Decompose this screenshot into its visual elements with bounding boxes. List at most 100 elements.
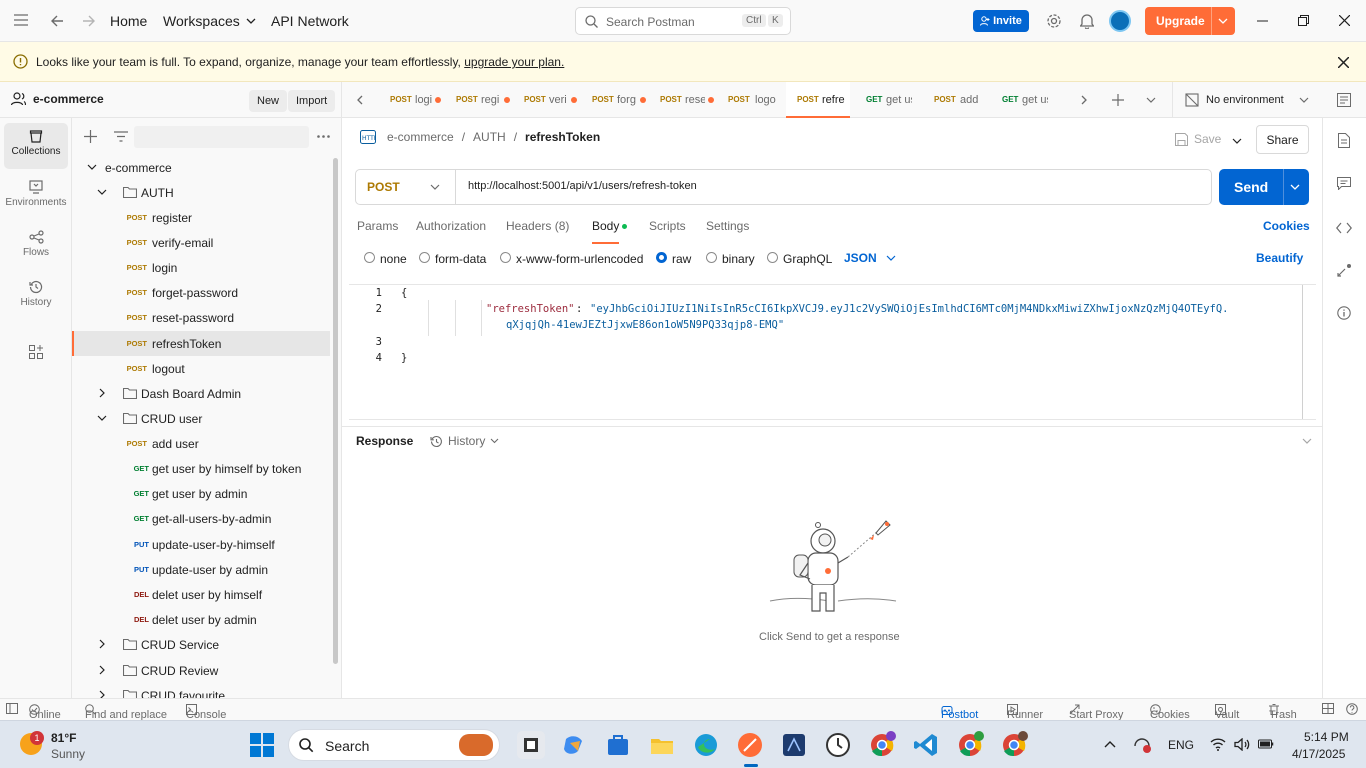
clock-app-icon[interactable]: [824, 731, 852, 759]
documentation-icon[interactable]: [1338, 133, 1350, 148]
request-refresh-token[interactable]: POST refreshToken: [72, 331, 330, 356]
start-proxy-button[interactable]: Start Proxy: [1069, 704, 1123, 721]
scroll-tabs-right-icon[interactable]: [1081, 95, 1087, 105]
folder-auth[interactable]: AUTH: [72, 180, 330, 205]
chrome-profile-b-icon[interactable]: [1000, 731, 1028, 759]
rail-environments[interactable]: Environments: [4, 174, 68, 220]
tab-settings[interactable]: Settings: [706, 219, 749, 233]
configure-sidebar-icon[interactable]: [29, 345, 43, 359]
find-replace-button[interactable]: Find and replace: [85, 704, 167, 721]
send-options-chevron-icon[interactable]: [1290, 184, 1300, 190]
tab-verify[interactable]: POST veri: [512, 82, 580, 118]
tab-authorization[interactable]: Authorization: [416, 219, 486, 233]
vscode-icon[interactable]: [912, 731, 940, 759]
clock-date[interactable]: 4/17/2025: [1292, 747, 1345, 761]
home-link[interactable]: Home: [110, 13, 147, 29]
cookies-button[interactable]: Cookies: [1150, 704, 1190, 721]
collapse-response-icon[interactable]: [1302, 438, 1312, 444]
request-login[interactable]: POST login: [72, 255, 330, 280]
file-explorer-icon[interactable]: [648, 731, 676, 759]
tab-list-chevron-icon[interactable]: [1146, 97, 1156, 103]
scroll-tabs-left-icon[interactable]: [357, 95, 363, 105]
rail-history[interactable]: History: [4, 274, 68, 320]
collection-e-commerce[interactable]: e-commerce: [72, 155, 330, 180]
save-options-chevron-icon[interactable]: [1232, 138, 1242, 144]
network-error-icon[interactable]: [1133, 737, 1151, 753]
new-button[interactable]: New: [249, 90, 288, 112]
tab-params[interactable]: Params: [357, 219, 398, 233]
close-window-icon[interactable]: [1339, 15, 1350, 26]
show-hidden-icons-chevron-icon[interactable]: [1104, 741, 1116, 748]
request-forget-password[interactable]: POST forget-password: [72, 280, 330, 305]
online-status[interactable]: Online: [29, 704, 61, 721]
runner-button[interactable]: Runner: [1007, 704, 1043, 721]
notifications-icon[interactable]: [1080, 13, 1094, 29]
upgrade-chevron-icon[interactable]: [1218, 18, 1228, 24]
save-button[interactable]: Save: [1175, 132, 1221, 146]
edge-icon[interactable]: [692, 731, 720, 759]
code-icon[interactable]: [1336, 222, 1352, 234]
forward-icon[interactable]: [82, 14, 96, 28]
request-logout[interactable]: POST logout: [72, 356, 330, 381]
trash-button[interactable]: Trash: [1269, 704, 1297, 721]
send-button[interactable]: Send: [1219, 169, 1309, 205]
breadcrumb-folder[interactable]: AUTH: [473, 130, 506, 144]
api-network-link[interactable]: API Network: [271, 13, 349, 29]
microsoft-store-icon[interactable]: [604, 731, 632, 759]
related-collections-icon[interactable]: [1337, 263, 1352, 277]
request-get-user-by-himself[interactable]: GET get user by himself by token: [72, 456, 330, 481]
add-collection-icon[interactable]: [84, 130, 97, 143]
chrome-profile-a-icon[interactable]: [868, 731, 896, 759]
avatar[interactable]: [1109, 10, 1131, 32]
wifi-icon[interactable]: [1210, 738, 1226, 751]
clock-time[interactable]: 5:14 PM: [1304, 730, 1349, 744]
request-update-user-by-himself[interactable]: PUT update-user-by-himself: [72, 532, 330, 557]
environment-quick-look-icon[interactable]: [1337, 93, 1351, 107]
settings-icon[interactable]: [1046, 13, 1062, 29]
battery-icon[interactable]: [1258, 738, 1274, 750]
chrome-profile-green-icon[interactable]: [956, 731, 984, 759]
volume-icon[interactable]: [1234, 738, 1250, 751]
folder-crud-review[interactable]: CRUD Review: [72, 658, 330, 683]
comments-icon[interactable]: [1337, 177, 1351, 190]
search-box[interactable]: Search Postman Ctrl K: [575, 7, 791, 35]
request-update-user-by-admin[interactable]: PUT update-user by admin: [72, 557, 330, 582]
body-format-select[interactable]: JSON: [844, 251, 896, 265]
request-delete-user-by-admin[interactable]: DEL delet user by admin: [72, 607, 330, 632]
windows-start-icon[interactable]: [250, 733, 274, 757]
request-delete-user-by-himself[interactable]: DEL delet user by himself: [72, 582, 330, 607]
rail-collections[interactable]: Collections: [4, 123, 68, 169]
cookies-link[interactable]: Cookies: [1263, 219, 1310, 233]
environment-selector[interactable]: No environment: [1172, 82, 1324, 118]
request-verify-email[interactable]: POST verify-email: [72, 230, 330, 255]
tab-forget[interactable]: POST forg: [580, 82, 648, 118]
tab-body[interactable]: Body: [592, 219, 627, 244]
tab-headers[interactable]: Headers (8): [506, 219, 569, 233]
import-button[interactable]: Import: [288, 90, 336, 112]
copilot-icon[interactable]: [560, 731, 588, 759]
tab-get-user-2[interactable]: GETget us: [990, 82, 1058, 118]
tab-add-user[interactable]: POST add: [922, 82, 990, 118]
breadcrumb-collection[interactable]: e-commerce: [387, 130, 454, 144]
taskbar-search[interactable]: Search: [288, 729, 500, 761]
postbot-button[interactable]: Postbot: [941, 704, 978, 721]
toggle-sidebar-icon[interactable]: [6, 703, 18, 714]
new-tab-icon[interactable]: [1112, 94, 1124, 106]
close-banner-icon[interactable]: [1338, 57, 1349, 68]
upgrade-button[interactable]: Upgrade: [1145, 7, 1235, 35]
tab-get-user[interactable]: GETget us: [854, 82, 922, 118]
postman-app-icon[interactable]: [736, 731, 764, 759]
history-toggle[interactable]: History: [430, 434, 499, 448]
tab-refresh-token[interactable]: POST refre: [786, 82, 850, 118]
workspaces-menu[interactable]: Workspaces: [163, 13, 256, 29]
folder-crud-favourite[interactable]: CRUD favourite: [72, 683, 330, 698]
minimize-icon[interactable]: [1257, 20, 1268, 22]
tab-register[interactable]: POST regi: [444, 82, 512, 118]
beautify-button[interactable]: Beautify: [1256, 251, 1303, 265]
request-reset-password[interactable]: POST reset-password: [72, 305, 330, 330]
tab-login[interactable]: POST logi: [378, 82, 444, 118]
url-input[interactable]: http://localhost:5001/api/v1/users/refre…: [468, 180, 697, 192]
layout-icon[interactable]: [1322, 703, 1334, 714]
task-view-icon[interactable]: [517, 731, 545, 759]
upgrade-plan-link[interactable]: upgrade your plan.: [464, 55, 564, 69]
